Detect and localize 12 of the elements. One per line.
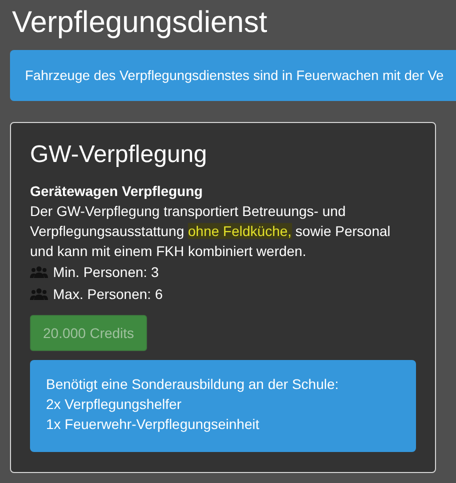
notice-line: 1x Feuerwehr-Verpflegungseinheit xyxy=(46,415,260,434)
stat-text: Max. Personen: 6 xyxy=(53,285,163,304)
people-icon xyxy=(30,288,48,300)
people-icon xyxy=(30,266,48,278)
vehicle-subtitle: Gerätewagen Verpflegung xyxy=(30,182,204,201)
stat-text: Min. Personen: 3 xyxy=(53,263,159,282)
notice-line: 2x Verpflegungshelfer xyxy=(46,395,182,414)
info-banner: Fahrzeuge des Verpflegungsdienstes sind in Feuerwachen mit der Ve xyxy=(10,50,456,101)
vehicle-title: GW-Verpflegung xyxy=(30,140,207,170)
notice-line: Benötigt eine Sonderausbildung an der Schule: xyxy=(46,375,339,394)
page-title: Verpflegungsdienst xyxy=(11,5,268,41)
vehicle-description: Der GW-Verpflegung transportiert Betreuungs- und Verpflegungsausstattung ohne Feldküche, sowie Personal und kann mit einem FKH kombiniert werden. xyxy=(30,202,392,261)
